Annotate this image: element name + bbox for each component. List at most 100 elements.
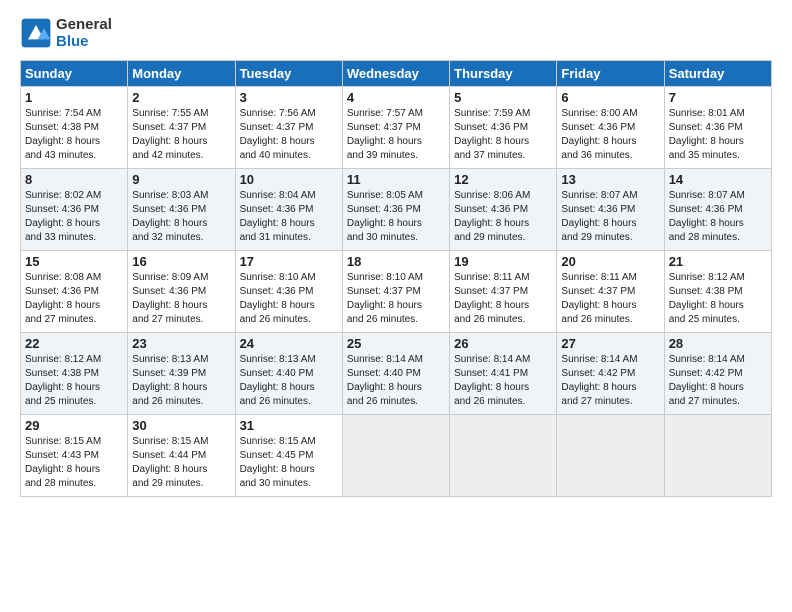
calendar-cell: 5 Sunrise: 7:59 AM Sunset: 4:36 PM Daylig… bbox=[450, 87, 557, 169]
day-number: 14 bbox=[669, 172, 767, 187]
calendar-cell: 17Sunrise: 8:10 AM Sunset: 4:36 PM Dayli… bbox=[235, 251, 342, 333]
calendar-cell: 20 Sunrise: 8:11 AM Sunset: 4:37 PM Dayli… bbox=[557, 251, 664, 333]
cell-info: Sunrise: 8:11 AM Sunset: 4:37 PM Dayligh… bbox=[561, 271, 659, 327]
calendar-week-row: 1Sunrise: 7:54 AM Sunset: 4:38 PM Daylig… bbox=[21, 87, 772, 169]
calendar-cell: 25Sunrise: 8:14 AM Sunset: 4:40 PM Dayli… bbox=[342, 333, 449, 415]
col-header-monday: Monday bbox=[128, 61, 235, 87]
col-header-tuesday: Tuesday bbox=[235, 61, 342, 87]
calendar-cell: 13 Sunrise: 8:07 AM Sunset: 4:36 PM Dayli… bbox=[557, 169, 664, 251]
cell-info: Sunrise: 8:10 AM Sunset: 4:37 PM Dayligh… bbox=[347, 271, 445, 327]
calendar-week-row: 15Sunrise: 8:08 AM Sunset: 4:36 PM Dayli… bbox=[21, 251, 772, 333]
cell-info: Sunrise: 7:54 AM Sunset: 4:38 PM Dayligh… bbox=[25, 107, 123, 163]
cell-info: Sunrise: 8:05 AM Sunset: 4:36 PM Dayligh… bbox=[347, 189, 445, 245]
cell-info: Sunrise: 8:01 AM Sunset: 4:36 PM Dayligh… bbox=[669, 107, 767, 163]
calendar-cell bbox=[450, 415, 557, 497]
calendar-cell: 10 Sunrise: 8:04 AM Sunset: 4:36 PM Dayli… bbox=[235, 169, 342, 251]
cell-info: Sunrise: 8:07 AM Sunset: 4:36 PM Dayligh… bbox=[561, 189, 659, 245]
day-number: 20 bbox=[561, 254, 659, 269]
day-number: 13 bbox=[561, 172, 659, 187]
day-number: 26 bbox=[454, 336, 552, 351]
calendar-cell: 16 Sunrise: 8:09 AM Sunset: 4:36 PM Dayli… bbox=[128, 251, 235, 333]
day-number: 4 bbox=[347, 90, 445, 105]
day-number: 28 bbox=[669, 336, 767, 351]
calendar-cell: 15Sunrise: 8:08 AM Sunset: 4:36 PM Dayli… bbox=[21, 251, 128, 333]
cell-info: Sunrise: 8:02 AM Sunset: 4:36 PM Dayligh… bbox=[25, 189, 123, 245]
calendar-cell: 7 Sunrise: 8:01 AM Sunset: 4:36 PM Daylig… bbox=[664, 87, 771, 169]
day-number: 15 bbox=[25, 254, 123, 269]
calendar-cell bbox=[664, 415, 771, 497]
day-number: 5 bbox=[454, 90, 552, 105]
calendar-cell: 31Sunrise: 8:15 AM Sunset: 4:45 PM Dayli… bbox=[235, 415, 342, 497]
cell-info: Sunrise: 8:00 AM Sunset: 4:36 PM Dayligh… bbox=[561, 107, 659, 163]
day-number: 2 bbox=[132, 90, 230, 105]
col-header-wednesday: Wednesday bbox=[342, 61, 449, 87]
day-number: 16 bbox=[132, 254, 230, 269]
day-number: 12 bbox=[454, 172, 552, 187]
day-number: 22 bbox=[25, 336, 123, 351]
day-number: 29 bbox=[25, 418, 123, 433]
col-header-thursday: Thursday bbox=[450, 61, 557, 87]
logo: General Blue bbox=[20, 16, 112, 50]
day-number: 23 bbox=[132, 336, 230, 351]
calendar-cell: 14 Sunrise: 8:07 AM Sunset: 4:36 PM Dayli… bbox=[664, 169, 771, 251]
day-number: 27 bbox=[561, 336, 659, 351]
calendar-cell: 9 Sunrise: 8:03 AM Sunset: 4:36 PM Daylig… bbox=[128, 169, 235, 251]
day-number: 21 bbox=[669, 254, 767, 269]
calendar-cell bbox=[342, 415, 449, 497]
day-number: 10 bbox=[240, 172, 338, 187]
cell-info: Sunrise: 8:06 AM Sunset: 4:36 PM Dayligh… bbox=[454, 189, 552, 245]
day-number: 17 bbox=[240, 254, 338, 269]
calendar-cell: 11Sunrise: 8:05 AM Sunset: 4:36 PM Dayli… bbox=[342, 169, 449, 251]
col-header-saturday: Saturday bbox=[664, 61, 771, 87]
cell-info: Sunrise: 8:13 AM Sunset: 4:39 PM Dayligh… bbox=[132, 353, 230, 409]
calendar-cell: 29 Sunrise: 8:15 AM Sunset: 4:43 PM Dayli… bbox=[21, 415, 128, 497]
day-number: 9 bbox=[132, 172, 230, 187]
calendar-header-row: SundayMondayTuesdayWednesdayThursdayFrid… bbox=[21, 61, 772, 87]
calendar-cell: 28 Sunrise: 8:14 AM Sunset: 4:42 PM Dayli… bbox=[664, 333, 771, 415]
col-header-sunday: Sunday bbox=[21, 61, 128, 87]
cell-info: Sunrise: 8:03 AM Sunset: 4:36 PM Dayligh… bbox=[132, 189, 230, 245]
day-number: 18 bbox=[347, 254, 445, 269]
cell-info: Sunrise: 8:09 AM Sunset: 4:36 PM Dayligh… bbox=[132, 271, 230, 327]
day-number: 25 bbox=[347, 336, 445, 351]
calendar-body: 1Sunrise: 7:54 AM Sunset: 4:38 PM Daylig… bbox=[21, 87, 772, 497]
cell-info: Sunrise: 8:12 AM Sunset: 4:38 PM Dayligh… bbox=[669, 271, 767, 327]
calendar-cell bbox=[557, 415, 664, 497]
day-number: 30 bbox=[132, 418, 230, 433]
calendar-cell: 21 Sunrise: 8:12 AM Sunset: 4:38 PM Dayli… bbox=[664, 251, 771, 333]
calendar-week-row: 29 Sunrise: 8:15 AM Sunset: 4:43 PM Dayli… bbox=[21, 415, 772, 497]
calendar-cell: 18 Sunrise: 8:10 AM Sunset: 4:37 PM Dayli… bbox=[342, 251, 449, 333]
calendar-cell: 8Sunrise: 8:02 AM Sunset: 4:36 PM Daylig… bbox=[21, 169, 128, 251]
cell-info: Sunrise: 8:04 AM Sunset: 4:36 PM Dayligh… bbox=[240, 189, 338, 245]
cell-info: Sunrise: 8:14 AM Sunset: 4:42 PM Dayligh… bbox=[669, 353, 767, 409]
day-number: 7 bbox=[669, 90, 767, 105]
cell-info: Sunrise: 8:13 AM Sunset: 4:40 PM Dayligh… bbox=[240, 353, 338, 409]
day-number: 24 bbox=[240, 336, 338, 351]
calendar-cell: 30Sunrise: 8:15 AM Sunset: 4:44 PM Dayli… bbox=[128, 415, 235, 497]
calendar-cell: 1Sunrise: 7:54 AM Sunset: 4:38 PM Daylig… bbox=[21, 87, 128, 169]
cell-info: Sunrise: 8:11 AM Sunset: 4:37 PM Dayligh… bbox=[454, 271, 552, 327]
calendar-cell: 26Sunrise: 8:14 AM Sunset: 4:41 PM Dayli… bbox=[450, 333, 557, 415]
calendar-cell: 23 Sunrise: 8:13 AM Sunset: 4:39 PM Dayli… bbox=[128, 333, 235, 415]
cell-info: Sunrise: 7:57 AM Sunset: 4:37 PM Dayligh… bbox=[347, 107, 445, 163]
day-number: 6 bbox=[561, 90, 659, 105]
logo-text: General Blue bbox=[56, 16, 112, 50]
day-number: 19 bbox=[454, 254, 552, 269]
cell-info: Sunrise: 7:56 AM Sunset: 4:37 PM Dayligh… bbox=[240, 107, 338, 163]
calendar-table: SundayMondayTuesdayWednesdayThursdayFrid… bbox=[20, 60, 772, 497]
calendar-cell: 2 Sunrise: 7:55 AM Sunset: 4:37 PM Daylig… bbox=[128, 87, 235, 169]
calendar-cell: 27Sunrise: 8:14 AM Sunset: 4:42 PM Dayli… bbox=[557, 333, 664, 415]
cell-info: Sunrise: 8:15 AM Sunset: 4:43 PM Dayligh… bbox=[25, 435, 123, 491]
col-header-friday: Friday bbox=[557, 61, 664, 87]
logo-icon bbox=[20, 17, 52, 49]
calendar-cell: 19 Sunrise: 8:11 AM Sunset: 4:37 PM Dayli… bbox=[450, 251, 557, 333]
calendar-cell: 22 Sunrise: 8:12 AM Sunset: 4:38 PM Dayli… bbox=[21, 333, 128, 415]
day-number: 31 bbox=[240, 418, 338, 433]
calendar-cell: 6 Sunrise: 8:00 AM Sunset: 4:36 PM Daylig… bbox=[557, 87, 664, 169]
day-number: 3 bbox=[240, 90, 338, 105]
cell-info: Sunrise: 8:12 AM Sunset: 4:38 PM Dayligh… bbox=[25, 353, 123, 409]
cell-info: Sunrise: 7:55 AM Sunset: 4:37 PM Dayligh… bbox=[132, 107, 230, 163]
header: General Blue bbox=[20, 16, 772, 50]
cell-info: Sunrise: 7:59 AM Sunset: 4:36 PM Dayligh… bbox=[454, 107, 552, 163]
cell-info: Sunrise: 8:07 AM Sunset: 4:36 PM Dayligh… bbox=[669, 189, 767, 245]
